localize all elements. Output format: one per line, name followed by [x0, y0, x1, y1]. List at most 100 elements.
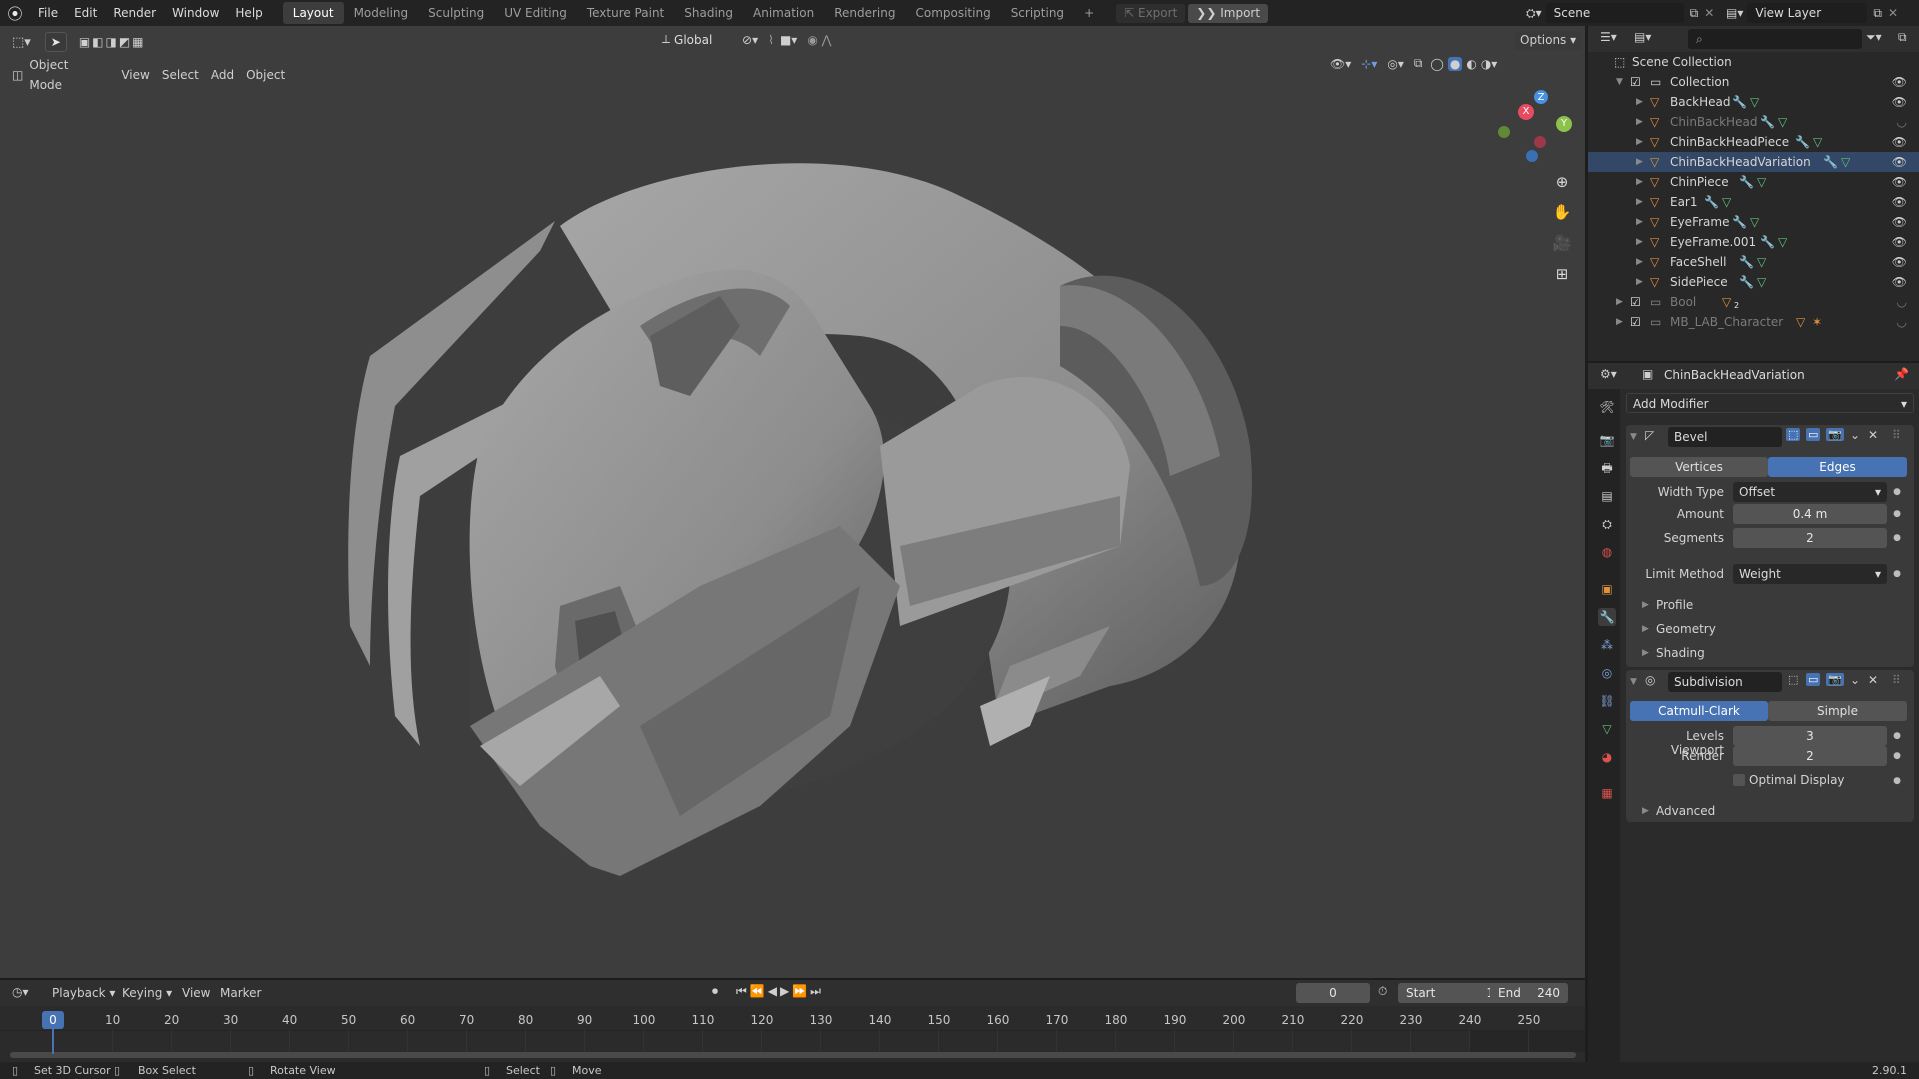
outliner-object-row[interactable]: ▶ ▽ BackHead 🔧 ▽ 👁 — [1588, 92, 1919, 112]
tool-tab-icon[interactable]: 🛠 — [1598, 398, 1616, 416]
eye-icon[interactable]: 👁 — [1892, 152, 1907, 172]
bevel-edges-tab[interactable]: Edges — [1768, 457, 1907, 477]
collection-checkbox[interactable]: ☑ — [1630, 312, 1641, 332]
collapse-triangle-icon[interactable]: ▼ — [1630, 677, 1637, 687]
expand-triangle-icon[interactable]: ▶ — [1616, 312, 1623, 332]
end-frame-field[interactable]: End 240 — [1490, 983, 1568, 1003]
render-toggle-icon[interactable]: 📷 — [1826, 673, 1844, 686]
export-button[interactable]: ⇱ Export — [1116, 3, 1186, 23]
add-workspace-button[interactable]: + — [1074, 2, 1104, 24]
outliner-search-input[interactable]: ⌕ — [1688, 29, 1862, 49]
wrench-icon[interactable]: 🔧 — [1732, 212, 1747, 232]
collection-row-mblab[interactable]: ▶ ☑ ▭ MB_LAB_Character ▽ ✶ ◡ — [1588, 312, 1919, 332]
tab-modeling[interactable]: Modeling — [344, 2, 419, 24]
xray-icon[interactable]: ⧉ — [1414, 56, 1423, 71]
wrench-icon[interactable]: 🔧 — [1760, 232, 1775, 252]
blender-logo-icon[interactable]: ⦿ — [0, 3, 30, 24]
playback-controls-icon[interactable]: ⏮⏪◀▶⏩⏭ — [736, 984, 824, 999]
data-tab-icon[interactable]: ▽ — [1598, 720, 1616, 738]
eye-icon[interactable]: 👁 — [1892, 252, 1907, 272]
tab-uv-editing[interactable]: UV Editing — [494, 2, 577, 24]
collection-row-bool[interactable]: ▶ ☑ ▭ Bool ▽ 2 ◡ — [1588, 292, 1919, 312]
new-scene-icon[interactable]: ⧉ — [1690, 6, 1699, 21]
wrench-icon[interactable]: 🔧 — [1739, 272, 1754, 292]
outliner-object-row[interactable]: ▶ ▽ SidePiece 🔧 ▽ 👁 — [1588, 272, 1919, 292]
pin-icon[interactable]: 📌 — [1894, 367, 1909, 381]
eye-closed-icon[interactable]: ◡ — [1897, 112, 1907, 132]
outliner-object-row[interactable]: ▶ ▽ ChinPiece 🔧 ▽ 👁 — [1588, 172, 1919, 192]
mesh-data-icon[interactable]: ▽ — [1841, 152, 1850, 172]
texture-tab-icon[interactable]: ▦ — [1598, 784, 1616, 802]
axis-z-handle[interactable]: Z — [1534, 90, 1548, 104]
outliner-object-row[interactable]: ▶ ▽ EyeFrame.001 🔧 ▽ 👁 — [1588, 232, 1919, 252]
overlays-icon[interactable]: ◎▾ — [1387, 57, 1404, 71]
wrench-icon[interactable]: 🔧 — [1795, 132, 1810, 152]
constraints-tab-icon[interactable]: ⛓ — [1598, 692, 1616, 710]
delete-scene-icon[interactable]: ✕ — [1704, 6, 1714, 20]
collapse-triangle-icon[interactable]: ▼ — [1630, 432, 1637, 442]
current-frame-field[interactable]: 0 — [1296, 983, 1370, 1003]
menu-window[interactable]: Window — [164, 6, 227, 20]
proportional-edit-icon[interactable]: ◉ ⋀ — [807, 33, 831, 47]
eye-closed-icon[interactable]: ◡ — [1897, 292, 1907, 312]
mesh-data-icon[interactable]: ▽ — [1750, 92, 1759, 112]
gizmo-toggle-icon[interactable]: ⊹▾ — [1361, 57, 1377, 71]
view-layer-field[interactable]: View Layer — [1747, 3, 1868, 23]
timeline-track[interactable] — [0, 1030, 1585, 1052]
wrench-icon[interactable]: 🔧 — [1739, 172, 1754, 192]
selection-mode-icons[interactable]: ▣◧◨◩▦ — [79, 35, 146, 49]
bevel-vertices-tab[interactable]: Vertices — [1630, 457, 1768, 477]
menu-object[interactable]: Object — [240, 65, 291, 85]
outliner-object-row[interactable]: ▶ ▽ FaceShell 🔧 ▽ 👁 — [1588, 252, 1919, 272]
menu-view[interactable]: View — [115, 65, 155, 85]
eye-closed-icon[interactable]: ◡ — [1897, 312, 1907, 332]
menu-marker[interactable]: Marker — [214, 983, 267, 1003]
keyframe-dot[interactable]: ● — [1893, 569, 1901, 579]
drag-handle-icon[interactable]: ⠿ — [1892, 428, 1901, 442]
wrench-icon[interactable]: 🔧 — [1823, 152, 1838, 172]
menu-view[interactable]: View — [176, 983, 216, 1003]
tab-shading[interactable]: Shading — [674, 2, 743, 24]
geometry-expand-icon[interactable]: ▶ — [1642, 624, 1649, 634]
eye-icon[interactable]: 👁 — [1892, 92, 1907, 112]
tab-layout[interactable]: Layout — [282, 2, 344, 24]
expand-triangle-icon[interactable]: ▶ — [1636, 252, 1643, 272]
tab-texture-paint[interactable]: Texture Paint — [577, 2, 674, 24]
axis-neg-x-handle[interactable] — [1534, 136, 1546, 148]
new-collection-icon[interactable]: ⧉ — [1898, 30, 1907, 45]
timeline-scrollbar[interactable] — [10, 1052, 1576, 1058]
solid-shading-icon[interactable]: ● — [1447, 56, 1463, 71]
edit-mode-toggle-icon[interactable]: ⬚ — [1786, 428, 1801, 441]
outliner-object-row[interactable]: ▶ ▽ ChinBackHeadPiece 🔧 ▽ 👁 — [1588, 132, 1919, 152]
tab-animation[interactable]: Animation — [743, 2, 824, 24]
editor-type-icon[interactable]: ⬚▾ — [12, 35, 31, 50]
delete-view-layer-icon[interactable]: ✕ — [1888, 6, 1898, 20]
wrench-icon[interactable]: 🔧 — [1732, 92, 1747, 112]
optimal-display-checkbox[interactable] — [1733, 774, 1745, 786]
scene-name-field[interactable]: Scene — [1545, 3, 1684, 23]
record-icon[interactable]: ⏺ — [712, 984, 718, 999]
pivot-icon[interactable]: ⊘▾ — [742, 33, 758, 47]
remove-modifier-icon[interactable]: ✕ — [1868, 428, 1878, 442]
new-view-layer-icon[interactable]: ⧉ — [1873, 6, 1882, 21]
axis-y-handle[interactable]: Y — [1556, 116, 1572, 132]
menu-playback[interactable]: Playback ▾ — [46, 983, 121, 1003]
material-tab-icon[interactable]: ◕ — [1598, 748, 1616, 766]
zoom-icon[interactable]: ⊕ — [1550, 170, 1574, 194]
viewport-toggle-icon[interactable]: ▭ — [1806, 673, 1821, 686]
menu-keying[interactable]: Keying ▾ — [116, 983, 178, 1003]
mesh-data-icon[interactable]: ▽ — [1778, 112, 1787, 132]
levels-viewport-field[interactable]: 3 — [1733, 726, 1887, 746]
visibility-icon[interactable]: 👁▾ — [1330, 57, 1351, 71]
expand-triangle-icon[interactable]: ▶ — [1636, 192, 1643, 212]
advanced-expand-icon[interactable]: ▶ — [1642, 806, 1649, 816]
output-tab-icon[interactable]: 🖶 — [1598, 459, 1616, 477]
wrench-icon[interactable]: 🔧 — [1704, 192, 1719, 212]
keyframe-dot[interactable]: ● — [1893, 533, 1901, 543]
scene-selector[interactable]: ⛭▾ Scene ⧉ ✕ — [1526, 3, 1714, 23]
mesh-data-icon[interactable]: ▽ — [1813, 132, 1822, 152]
eye-icon[interactable]: 👁 — [1892, 172, 1907, 192]
keyframe-dot[interactable]: ● — [1893, 487, 1901, 497]
menu-render[interactable]: Render — [105, 6, 164, 20]
collection-row[interactable]: ▼ ☑ ▭ Collection 👁 — [1588, 72, 1919, 92]
